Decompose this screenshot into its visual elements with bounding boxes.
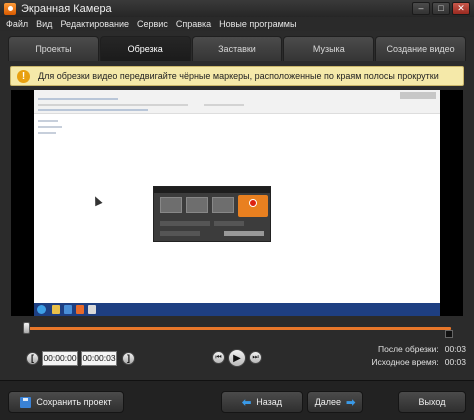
dialog-field xyxy=(160,231,200,236)
after-trim-value: 00:03 xyxy=(444,344,466,354)
trim-end-marker[interactable] xyxy=(445,330,453,338)
taskbar-app-icon xyxy=(76,305,84,314)
after-trim-label: После обрезки: xyxy=(377,344,439,354)
next-frame-button[interactable]: ⏭ xyxy=(249,351,262,364)
record-icon xyxy=(249,199,257,207)
capture-mode-region xyxy=(186,197,208,213)
hint-text: Для обрезки видео передвигайте чёрные ма… xyxy=(38,71,439,81)
explorer-nav-item xyxy=(38,132,56,134)
close-button[interactable]: ✕ xyxy=(452,2,470,15)
tab-bar: Проекты Обрезка Заставки Музыка Создание… xyxy=(8,36,466,61)
taskbar-app-icon xyxy=(52,305,60,314)
trim-start-time-field[interactable]: 00:00:00 xyxy=(42,351,78,366)
desktop-taskbar xyxy=(34,303,440,316)
menu-view[interactable]: Вид xyxy=(36,19,52,29)
warning-icon: ! xyxy=(17,69,30,83)
source-duration: Исходное время: 00:03 xyxy=(346,357,466,367)
exit-button[interactable]: Выход xyxy=(398,391,466,413)
hint-banner: ! Для обрезки видео передвигайте чёрные … xyxy=(10,66,464,86)
set-start-marker-button[interactable]: [ xyxy=(26,352,39,365)
back-button[interactable]: ⬅ Назад xyxy=(221,391,303,413)
tab-trim[interactable]: Обрезка xyxy=(99,36,191,61)
trim-start-marker[interactable] xyxy=(23,322,30,334)
explorer-nav-item xyxy=(38,126,62,128)
capture-mode-window xyxy=(212,197,234,213)
menu-edit[interactable]: Редактирование xyxy=(60,19,129,29)
menu-service[interactable]: Сервис xyxy=(137,19,168,29)
window-title: Экранная Камера xyxy=(21,2,112,15)
record-button-thumbnail xyxy=(238,195,268,217)
trim-timeline[interactable] xyxy=(27,327,451,330)
arrow-left-icon: ⬅ xyxy=(241,396,252,409)
back-label: Назад xyxy=(256,397,282,407)
menu-new-programs[interactable]: Новые программы xyxy=(219,19,296,29)
video-preview xyxy=(11,90,463,316)
footer-bar: Сохранить проект ⬅ Назад Далее ➡ Выход xyxy=(0,380,474,420)
recording-dialog-thumbnail xyxy=(153,186,271,242)
explorer-column-headers xyxy=(38,109,148,111)
next-label: Далее xyxy=(314,397,342,407)
after-trim-duration: После обрезки: 00:03 xyxy=(346,344,466,354)
previous-frame-button[interactable]: ⏮ xyxy=(212,351,225,364)
explorer-address-bar xyxy=(38,104,188,106)
app-camera-icon xyxy=(4,2,16,15)
save-project-button[interactable]: Сохранить проект xyxy=(8,391,124,413)
start-button-icon xyxy=(37,305,46,314)
explorer-toolbar xyxy=(38,98,118,100)
save-project-label: Сохранить проект xyxy=(36,397,112,407)
set-end-marker-button[interactable]: ] xyxy=(122,352,135,365)
dialog-field xyxy=(160,221,210,226)
maximize-button[interactable]: □ xyxy=(432,2,450,15)
recorded-desktop-frame xyxy=(34,90,440,316)
menu-bar: Файл Вид Редактирование Сервис Справка Н… xyxy=(0,17,474,31)
window-controls: – □ ✕ xyxy=(412,2,470,15)
volume-slider-thumbnail xyxy=(224,231,264,236)
title-bar: Экранная Камера – □ ✕ xyxy=(0,0,474,17)
source-duration-label: Исходное время: xyxy=(371,357,439,367)
explorer-search-bar xyxy=(204,104,244,106)
taskbar-app-icon xyxy=(88,305,96,314)
next-button[interactable]: Далее ➡ xyxy=(307,391,363,413)
play-button[interactable]: ▶ xyxy=(228,349,246,367)
floppy-disk-icon xyxy=(20,396,32,408)
exit-label: Выход xyxy=(418,397,446,407)
recording-dialog-titlebar xyxy=(154,187,270,193)
explorer-window-controls xyxy=(400,92,436,99)
arrow-right-icon: ➡ xyxy=(346,396,356,409)
tab-music[interactable]: Музыка xyxy=(283,36,375,61)
explorer-nav-item xyxy=(38,120,58,122)
tab-intros[interactable]: Заставки xyxy=(191,36,283,61)
tab-create-video[interactable]: Создание видео xyxy=(375,36,466,61)
trim-end-time-field[interactable]: 00:00:03 xyxy=(81,351,117,366)
capture-mode-fullscreen xyxy=(160,197,182,213)
tab-projects[interactable]: Проекты xyxy=(8,36,99,61)
menu-file[interactable]: Файл xyxy=(6,19,28,29)
explorer-window-header xyxy=(34,90,440,114)
menu-help[interactable]: Справка xyxy=(176,19,211,29)
taskbar-app-icon xyxy=(64,305,72,314)
mouse-cursor-icon xyxy=(91,194,103,207)
source-duration-value: 00:03 xyxy=(444,357,466,367)
dialog-field xyxy=(214,221,244,226)
minimize-button[interactable]: – xyxy=(412,2,430,15)
